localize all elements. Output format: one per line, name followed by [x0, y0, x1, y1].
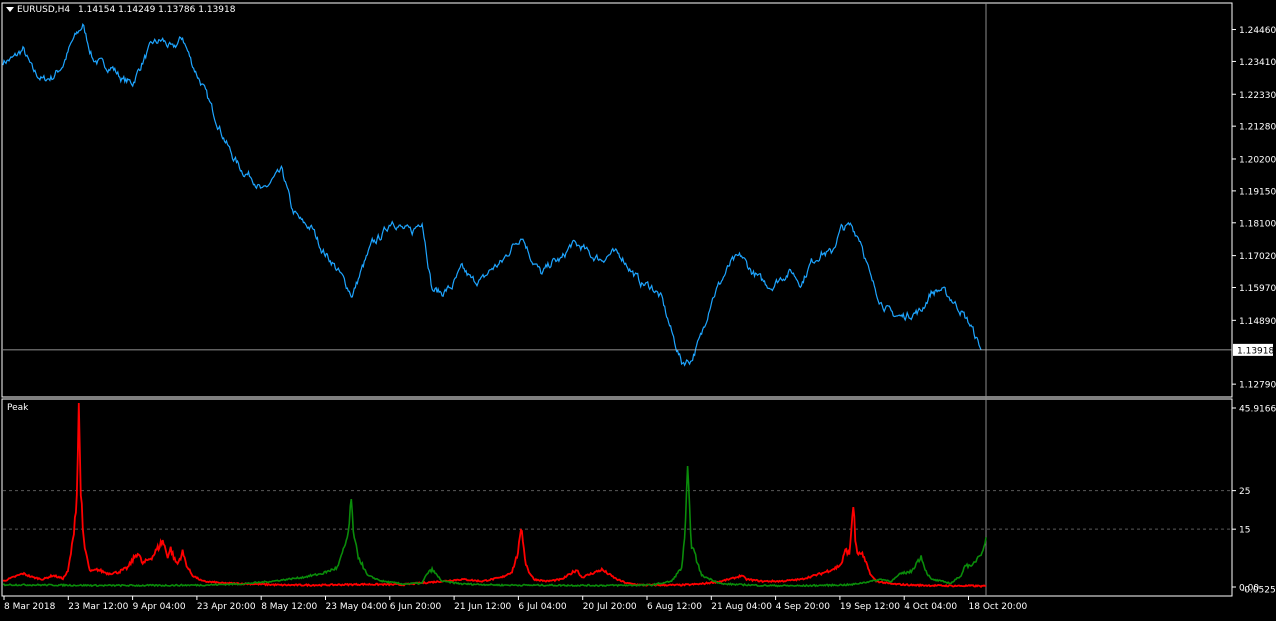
indicator-axis-overlap-label: -0.0525	[1241, 586, 1276, 596]
price-axis-label: 1.23410	[1239, 58, 1276, 68]
time-axis-label: 20 Jul 20:00	[583, 602, 637, 612]
time-axis-label: 9 Apr 04:00	[133, 602, 186, 612]
time-axis-label: 8 Mar 2018	[4, 602, 56, 612]
symbol-label: EURUSD,H4	[17, 5, 71, 15]
time-axis-label: 8 May 12:00	[261, 602, 317, 612]
price-axis-label: 1.24460	[1239, 26, 1276, 36]
time-axis-label: 19 Sep 12:00	[840, 602, 900, 612]
time-axis-label: 23 Mar 12:00	[68, 602, 128, 612]
time-axis-label: 6 Jun 20:00	[390, 602, 442, 612]
price-axis-label: 1.19150	[1239, 187, 1276, 197]
price-axis-label: 1.14890	[1239, 317, 1276, 327]
time-axis-label: 21 Aug 04:00	[711, 602, 772, 612]
indicator-axis-label: 25	[1239, 487, 1250, 497]
price-axis-label: 1.22330	[1239, 91, 1276, 101]
price-axis-label: 1.20200	[1239, 155, 1276, 165]
time-axis-label: 4 Oct 04:00	[904, 602, 957, 612]
chart-window[interactable]: 1.13918 1.24460 1.23410 1.22330 1.21280 1.202…	[0, 0, 1276, 617]
time-axis-label: 23 Apr 20:00	[197, 602, 256, 612]
indicator-axis-label: 15	[1239, 526, 1250, 536]
price-axis-label: 1.21280	[1239, 123, 1276, 133]
ohlc-label: 1.14154 1.14249 1.13786 1.13918	[78, 5, 236, 15]
chart-canvas[interactable]: 1.13918 1.24460 1.23410 1.22330 1.21280 1.202…	[0, 0, 1276, 617]
time-axis-label: 6 Aug 12:00	[647, 602, 702, 612]
indicator-axis-label: 45.9166	[1239, 405, 1276, 415]
triangle-down-icon[interactable]	[6, 7, 14, 12]
price-axis-label: 1.15970	[1239, 284, 1276, 294]
time-axis-label: 21 Jun 12:00	[454, 602, 511, 612]
price-axis-label: 1.17020	[1239, 252, 1276, 262]
time-axis-label: 6 Jul 04:00	[518, 602, 567, 612]
time-axis-label: 23 May 04:00	[326, 602, 388, 612]
price-axis-label: 1.12790	[1239, 381, 1276, 391]
indicator-name-label: Peak	[7, 403, 29, 413]
time-axis-label: 18 Oct 20:00	[969, 602, 1028, 612]
price-axis-label: 1.18100	[1239, 219, 1276, 229]
time-axis-label: 4 Sep 20:00	[776, 602, 831, 612]
chart-background	[0, 0, 1276, 617]
current-price-label: 1.13918	[1237, 346, 1274, 356]
